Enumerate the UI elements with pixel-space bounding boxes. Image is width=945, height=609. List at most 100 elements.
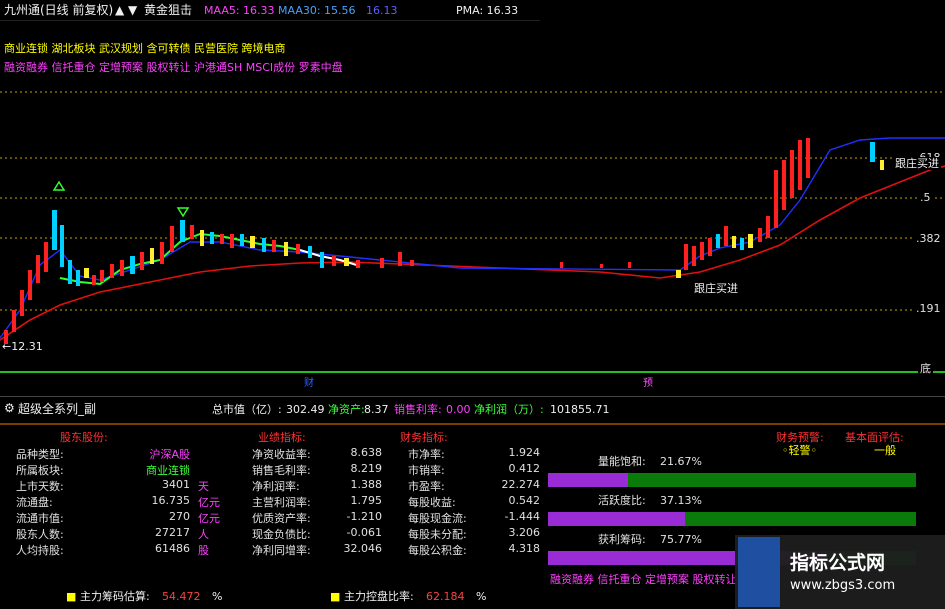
scroll-down-icon[interactable]: ▼	[128, 3, 137, 17]
col-performance-head: 业绩指标:	[258, 431, 306, 444]
control-ratio-value: 62.184	[426, 590, 465, 603]
shareholder-row-label: 流通市值:	[16, 512, 64, 525]
shareholder-row-value: 61486	[155, 542, 190, 555]
ma5-readout: MAA5: 16.33	[204, 4, 275, 17]
ratio-bar-label: 活跃度比:	[598, 494, 646, 507]
shareholder-row-value: 27217	[155, 526, 190, 539]
col-finance-head: 财务指标:	[400, 431, 448, 444]
ratio-bar-fill	[548, 473, 628, 487]
shareholder-row-value: 3401	[162, 478, 190, 491]
chart-divider	[0, 396, 945, 397]
finance-row-label: 每股收益:	[408, 496, 456, 509]
shareholder-row-label: 人均持股:	[16, 544, 64, 557]
finance-row-value: 0.542	[508, 494, 541, 507]
finance-row-value: 0.412	[508, 462, 541, 475]
net-profit-value: 101855.71	[550, 403, 610, 416]
low-price-label: ←12.31	[2, 340, 43, 353]
shareholder-row-unit: 天	[198, 480, 209, 493]
performance-row-value: -0.061	[346, 526, 382, 539]
bullet-icon: ■	[66, 590, 77, 603]
level-191-label: .191	[914, 302, 943, 315]
col-warning-head: 财务预警:	[776, 431, 824, 444]
pma-readout: PMA: 16.33	[456, 4, 519, 17]
net-margin-value: 0.00	[446, 403, 471, 416]
total-mv-label: 总市值（亿）:	[212, 403, 282, 416]
shareholder-row-label: 流通盘:	[16, 496, 53, 509]
finance-row-label: 每股未分配:	[408, 528, 467, 541]
indicator-name[interactable]: 黄金狙击	[144, 3, 192, 17]
follow-buy-label-2: 跟庄买进	[893, 157, 941, 170]
performance-row-label: 净资收益率:	[252, 448, 311, 461]
shareholder-row-unit: 人	[198, 528, 209, 541]
candles-left	[4, 210, 631, 344]
level-382-label: .382	[914, 232, 943, 245]
event-marker-cai[interactable]: 财	[304, 378, 314, 390]
bullet-icon-2: ■	[330, 590, 341, 603]
performance-row-label: 销售毛利率:	[252, 464, 311, 477]
stock-title: 九州通(日线 前复权)	[4, 3, 114, 17]
finance-row-value: 4.318	[508, 542, 541, 555]
scroll-up-icon[interactable]: ▲	[115, 3, 124, 17]
chip-estimate-label: 主力筹码估算:	[80, 590, 150, 603]
gear-icon[interactable]: ⚙	[4, 401, 15, 415]
concept-repeat: 融资融券 信托重仓 定增预案 股权转让	[550, 573, 737, 586]
performance-row-value: 8.219	[350, 462, 383, 475]
finance-row-label: 市销率:	[408, 464, 445, 477]
ratio-bar-label: 量能饱和:	[598, 455, 646, 468]
level-5-label: .5	[918, 191, 933, 204]
net-profit-label: 净利润（万）:	[474, 403, 544, 416]
warning-value: ◦轻警◦	[782, 444, 817, 457]
chip-estimate-pct: %	[212, 590, 223, 603]
performance-row-value: 1.388	[350, 478, 383, 491]
control-ratio-pct: %	[476, 590, 487, 603]
candles-right	[676, 138, 884, 278]
price-chart[interactable]	[0, 20, 945, 396]
shareholder-row-unit: 亿元	[198, 512, 220, 525]
shareholder-row-label: 所属板块:	[16, 464, 64, 477]
performance-row-label: 净利润率:	[252, 480, 300, 493]
follow-buy-label-1: 跟庄买进	[692, 282, 740, 295]
finance-row-value: 22.274	[501, 478, 541, 491]
shareholder-row-label: 股东人数:	[16, 528, 64, 541]
finance-row-label: 市净率:	[408, 448, 445, 461]
watermark-logo	[738, 537, 780, 607]
finance-row-value: 3.206	[508, 526, 541, 539]
performance-row-value: 32.046	[343, 542, 383, 555]
shareholder-row-value: 商业连锁	[146, 464, 190, 477]
net-margin-label: 销售利率:	[394, 403, 442, 416]
performance-row-label: 主营利润率:	[252, 496, 311, 509]
performance-row-label: 现金负债比:	[252, 528, 311, 541]
panel-separator	[0, 423, 945, 425]
shareholder-row-label: 上市天数:	[16, 480, 64, 493]
shareholder-row-value: 沪深A股	[149, 448, 190, 461]
performance-row-label: 净利同增率:	[252, 544, 311, 557]
shareholder-row-unit: 亿元	[198, 496, 220, 509]
finance-row-label: 每股公积金:	[408, 544, 467, 557]
shareholder-row-label: 品种类型:	[16, 448, 64, 461]
total-mv-value: 302.49	[286, 403, 325, 416]
net-asset-label: 净资产:	[328, 403, 365, 416]
performance-row-label: 优质资产率:	[252, 512, 311, 525]
finance-row-label: 市盈率:	[408, 480, 445, 493]
ma30-readout: MAA30: 15.56	[278, 4, 356, 17]
col-evaluation-head: 基本面评估:	[845, 431, 904, 444]
sell-arrow-marker	[176, 207, 190, 218]
finance-row-value: -1.444	[504, 510, 540, 523]
performance-row-value: 8.638	[350, 446, 383, 459]
performance-row-value: 1.795	[350, 494, 383, 507]
performance-row-value: -1.210	[346, 510, 382, 523]
shareholder-row-value: 270	[169, 510, 190, 523]
eval-value: 一般	[874, 444, 896, 457]
ma-extra-readout: 16.13	[366, 4, 398, 17]
subchart-title[interactable]: 超级全系列_副	[18, 402, 96, 416]
watermark-title: 指标公式网	[790, 552, 886, 574]
col-shareholder-head: 股东股份:	[60, 431, 108, 444]
chip-estimate-value: 54.472	[162, 590, 201, 603]
finance-row-value: 1.924	[508, 446, 541, 459]
buy-arrow-marker	[52, 180, 66, 191]
event-marker-yu[interactable]: 预	[643, 378, 653, 390]
ratio-bar-fill	[548, 512, 685, 526]
ratio-bar-label: 获利筹码:	[598, 533, 646, 546]
ratio-bar-value: 21.67%	[660, 455, 702, 468]
control-ratio-label: 主力控盘比率:	[344, 590, 414, 603]
